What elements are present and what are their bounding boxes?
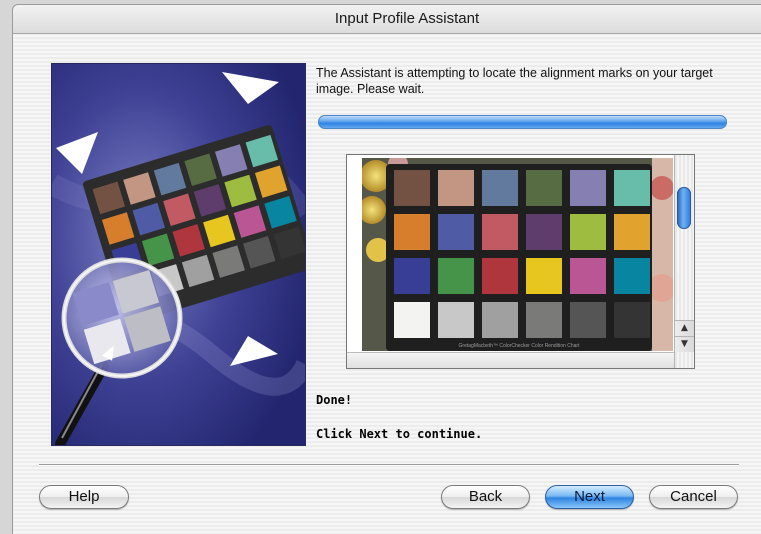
preview-horizontal-scroll-area[interactable] [347,352,675,368]
preview-swatch [438,170,474,206]
back-button[interactable]: Back [441,485,530,509]
preview-swatch [438,302,474,338]
preview-swatch [394,170,430,206]
preview-vertical-scrollbar[interactable]: ▲ ▼ [674,155,694,368]
preview-swatch [438,214,474,250]
status-done: Done! [316,393,353,407]
preview-swatch [394,214,430,250]
preview-swatch [482,214,518,250]
window-title: Input Profile Assistant [334,10,480,27]
help-button[interactable]: Help [39,485,129,509]
preview-swatch [438,258,474,294]
preview-chart-caption: GretagMacbeth™ ColorChecker Color Rendit… [459,343,580,349]
target-preview: GretagMacbeth™ ColorChecker Color Rendit… [346,154,695,369]
preview-swatch [570,170,606,206]
scroll-down-arrow-icon[interactable]: ▼ [675,336,694,352]
preview-swatch [394,258,430,294]
illustration-graphic [52,64,305,445]
preview-swatch [482,170,518,206]
preview-swatch [570,214,606,250]
preview-swatch [482,302,518,338]
preview-swatch [614,170,650,206]
preview-swatch [526,302,562,338]
target-image: GretagMacbeth™ ColorChecker Color Rendit… [362,158,673,351]
preview-swatch [570,302,606,338]
preview-swatch [614,214,650,250]
preview-swatch [526,258,562,294]
cancel-button[interactable]: Cancel [649,485,738,509]
assistant-message: The Assistant is attempting to locate th… [316,66,713,96]
button-separator [39,464,739,466]
preview-swatch [482,258,518,294]
next-button[interactable]: Next [545,485,634,509]
preview-swatch [614,258,650,294]
preview-swatch [570,258,606,294]
progress-bar [318,115,727,129]
preview-swatch [526,214,562,250]
status-next-hint: Click Next to continue. [316,427,483,441]
assistant-illustration [51,63,306,446]
assistant-window: Input Profile Assistant The Assistant is… [12,4,761,534]
preview-swatch [614,302,650,338]
preview-swatch [526,170,562,206]
preview-swatch [394,302,430,338]
scroll-up-arrow-icon[interactable]: ▲ [675,320,694,336]
title-bar[interactable]: Input Profile Assistant [13,5,761,34]
target-image-graphic: GretagMacbeth™ ColorChecker Color Rendit… [362,158,673,351]
preview-scroll-thumb[interactable] [677,187,691,229]
